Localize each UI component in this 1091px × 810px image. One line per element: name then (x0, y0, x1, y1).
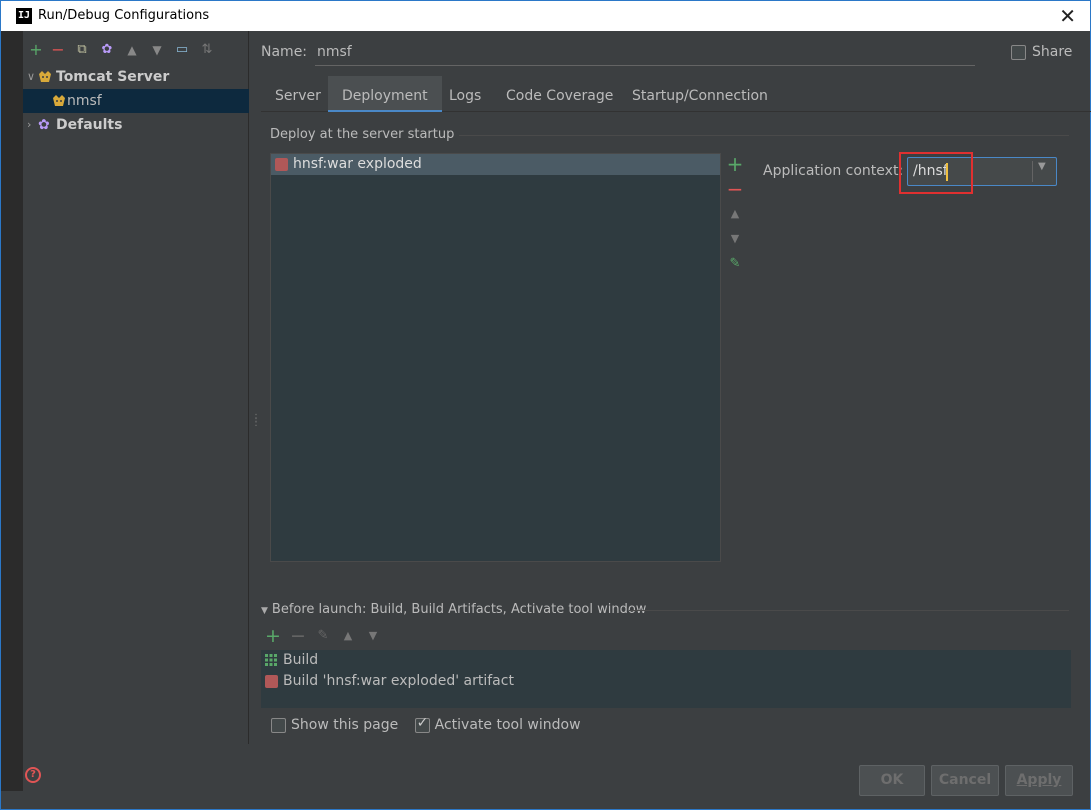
tree-item-label: Tomcat Server (56, 69, 170, 85)
cancel-button[interactable]: Cancel (931, 765, 999, 796)
remove-icon[interactable]: − (49, 39, 67, 61)
share-checkbox[interactable]: Share (1011, 44, 1072, 60)
apply-button[interactable]: Apply (1005, 765, 1073, 796)
tomcat-icon (39, 71, 51, 82)
dialog: + − ⧉ ✿ ▲ ▼ ▭ ⇅ ∨ Tomcat Server nmsf › ✿… (0, 31, 1091, 810)
move-down-icon[interactable]: ▼ (725, 228, 745, 250)
list-item-label: hnsf:war exploded (293, 156, 422, 172)
chevron-right-icon[interactable]: › (27, 113, 31, 137)
chevron-down-icon[interactable]: ▼ (261, 606, 268, 616)
help-icon[interactable]: ? (25, 767, 41, 783)
tab-deployment[interactable]: Deployment (328, 76, 442, 112)
list-item-label: Build 'hnsf:war exploded' artifact (283, 673, 514, 689)
edit-icon[interactable]: ✎ (725, 253, 745, 275)
tree-item-label: nmsf (67, 93, 102, 109)
add-icon[interactable]: + (27, 39, 45, 61)
add-icon[interactable]: + (263, 625, 283, 647)
build-icon (265, 654, 277, 666)
ok-button[interactable]: OK (859, 765, 925, 796)
folder-icon[interactable]: ▭ (173, 39, 191, 61)
move-up-icon[interactable]: ▲ (123, 39, 141, 61)
sort-icon[interactable]: ⇅ (198, 39, 216, 61)
before-launch-text: Before launch: Build, Build Artifacts, A… (271, 602, 647, 617)
configurations-panel: + − ⧉ ✿ ▲ ▼ ▭ ⇅ ∨ Tomcat Server nmsf › ✿… (23, 31, 249, 744)
artifact-icon (275, 158, 288, 171)
divider (1032, 161, 1033, 182)
highlight-box (899, 152, 973, 194)
edit-icon[interactable]: ✎ (313, 625, 333, 647)
tree-item-label: Defaults (56, 117, 123, 133)
tab-startup-connection[interactable]: Startup/Connection (618, 76, 782, 112)
title-bar: IJ Run/Debug Configurations ✕ (0, 0, 1091, 31)
list-item[interactable]: Build (261, 650, 318, 671)
name-input[interactable]: nmsf (315, 40, 975, 66)
configurations-toolbar: + − ⧉ ✿ ▲ ▼ ▭ ⇅ (23, 39, 249, 61)
window-title: Run/Debug Configurations (38, 8, 210, 23)
checkbox-box[interactable] (1011, 44, 1026, 60)
tomcat-icon (53, 95, 65, 106)
before-launch-options: Show this page Activate tool window (271, 715, 593, 739)
tree-item-tomcat-server[interactable]: ∨ Tomcat Server (23, 65, 249, 89)
name-label: Name: (261, 44, 308, 60)
divider (629, 610, 1069, 611)
activate-tool-window-checkbox[interactable]: Activate tool window (414, 715, 581, 733)
move-up-icon[interactable]: ▲ (725, 203, 745, 225)
show-page-checkbox[interactable]: Show this page (271, 717, 398, 733)
add-icon[interactable]: + (725, 153, 745, 175)
application-context-label: Application context: (763, 163, 904, 179)
deployment-list[interactable]: hnsf:war exploded (270, 153, 721, 562)
tree-item-nmsf[interactable]: nmsf (23, 89, 249, 113)
move-up-icon[interactable]: ▲ (338, 625, 358, 647)
before-launch-label[interactable]: ▼ Before launch: Build, Build Artifacts, … (261, 602, 646, 617)
before-launch-list[interactable]: Build Build 'hnsf:war exploded' artifact (261, 650, 1071, 708)
tab-bar: Server Deployment Logs Code Coverage Sta… (261, 76, 1091, 112)
tab-server[interactable]: Server (261, 76, 335, 112)
list-item[interactable]: Build 'hnsf:war exploded' artifact (261, 671, 514, 692)
divider (459, 135, 1069, 136)
list-item[interactable]: hnsf:war exploded (271, 154, 720, 175)
configurations-tree: ∨ Tomcat Server nmsf › ✿ Defaults (23, 65, 249, 137)
intellij-icon: IJ (16, 8, 32, 24)
configuration-editor: Name: nmsf Share Server Deployment Logs … (249, 31, 1091, 796)
move-down-icon[interactable]: ▼ (363, 625, 383, 647)
share-label: Share (1032, 44, 1073, 60)
chevron-down-icon[interactable]: ▼ (1038, 161, 1046, 172)
deploy-section-label: Deploy at the server startup (270, 127, 455, 142)
checkbox-box[interactable] (271, 717, 286, 733)
remove-icon[interactable]: − (288, 625, 308, 647)
gear-icon: ✿ (38, 117, 50, 133)
remove-icon[interactable]: − (725, 178, 745, 200)
tab-logs[interactable]: Logs (435, 76, 495, 112)
close-icon[interactable]: ✕ (1059, 4, 1076, 28)
left-edge (1, 31, 23, 791)
artifact-icon (265, 675, 278, 688)
tab-code-coverage[interactable]: Code Coverage (492, 76, 627, 112)
chevron-down-icon[interactable]: ∨ (27, 65, 35, 89)
settings-icon[interactable]: ✿ (98, 39, 116, 61)
activate-tool-window-label: Activate tool window (434, 717, 581, 733)
before-launch-toolbar: + − ✎ ▲ ▼ (263, 625, 403, 647)
list-item-label: Build (283, 652, 319, 668)
checkbox-box[interactable] (414, 715, 430, 733)
show-page-label: Show this page (291, 717, 399, 733)
copy-icon[interactable]: ⧉ (73, 39, 91, 61)
move-down-icon[interactable]: ▼ (148, 39, 166, 61)
tree-item-defaults[interactable]: › ✿ Defaults (23, 113, 249, 137)
